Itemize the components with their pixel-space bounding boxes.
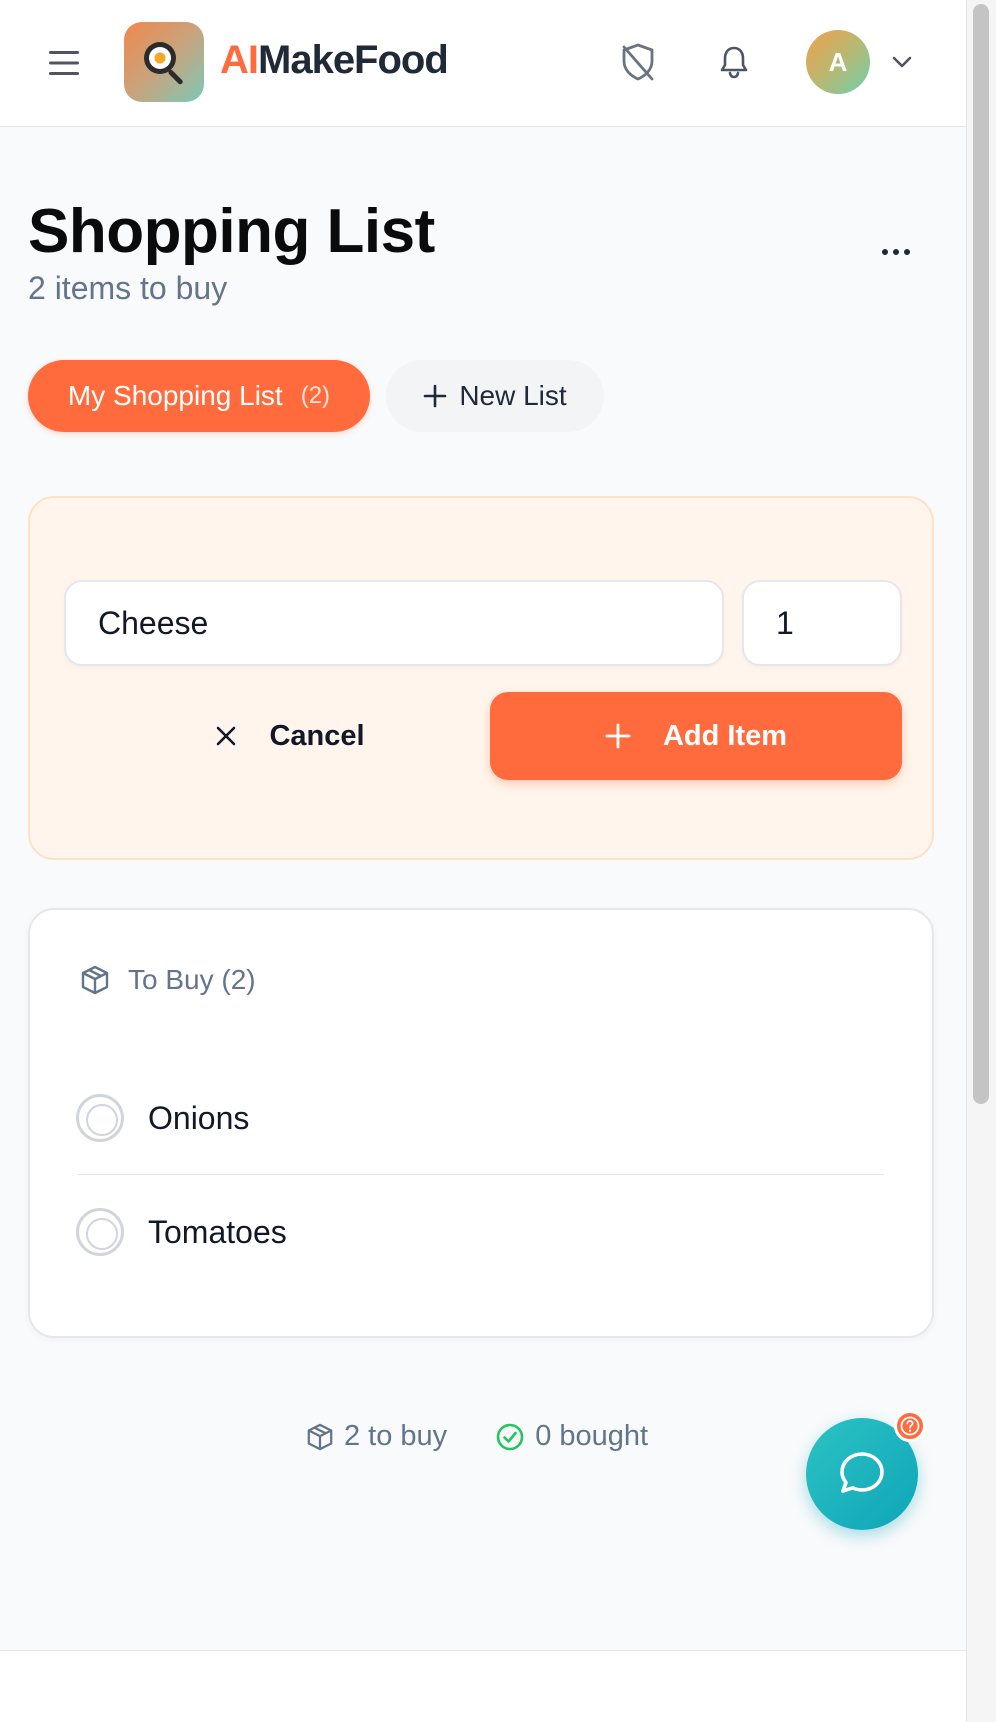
help-icon bbox=[900, 1416, 920, 1436]
tab-label: My Shopping List bbox=[67, 380, 283, 411]
checkbox-circle[interactable] bbox=[76, 1208, 124, 1256]
new-list-label: New List bbox=[459, 380, 567, 411]
page-subtitle: 2 items to buy bbox=[28, 270, 228, 306]
divider bbox=[78, 1174, 884, 1175]
bought-text: 0 bought bbox=[535, 1420, 649, 1452]
section-title: To Buy (2) bbox=[128, 964, 256, 995]
account-menu-toggle[interactable] bbox=[886, 46, 918, 78]
menu-icon bbox=[49, 51, 79, 75]
app-root: AIMakeFood A Shopping List 2 items to bu… bbox=[0, 0, 966, 1722]
item-name-input[interactable] bbox=[64, 580, 724, 666]
summary-stats: 2 to buy 0 bought bbox=[306, 1420, 648, 1453]
shield-off-icon bbox=[622, 43, 654, 81]
more-dot bbox=[904, 249, 910, 255]
section-header: To Buy (2) bbox=[80, 964, 256, 996]
user-avatar[interactable]: A bbox=[806, 30, 870, 94]
check-circle-icon bbox=[496, 1423, 524, 1450]
cancel-label: Cancel bbox=[269, 719, 365, 752]
list-item[interactable]: Onions bbox=[76, 1068, 886, 1168]
more-dot bbox=[893, 249, 899, 255]
item-label: Tomatoes bbox=[148, 1213, 287, 1250]
chevron-down-icon bbox=[892, 56, 912, 68]
plus-icon bbox=[424, 384, 447, 408]
add-item-button[interactable]: Add Item bbox=[490, 692, 902, 780]
brand-ai: AI bbox=[220, 38, 259, 82]
bought-stat: 0 bought bbox=[495, 1420, 648, 1453]
help-badge[interactable] bbox=[894, 1410, 926, 1442]
avatar-initial: A bbox=[828, 46, 848, 77]
tab-my-shopping-list[interactable]: My Shopping List (2) bbox=[28, 360, 370, 432]
frying-pan-icon bbox=[144, 42, 183, 85]
package-icon bbox=[81, 965, 109, 995]
plus-icon bbox=[605, 723, 631, 749]
app-logo[interactable] bbox=[124, 22, 204, 102]
item-label: Onions bbox=[148, 1099, 250, 1136]
menu-button[interactable] bbox=[44, 43, 84, 83]
bell-icon bbox=[720, 46, 748, 79]
brand-rest: MakeFood bbox=[258, 38, 449, 82]
to-buy-text: 2 to buy bbox=[344, 1420, 448, 1452]
quantity-input[interactable] bbox=[742, 580, 902, 666]
bottom-bar bbox=[0, 1650, 966, 1722]
privacy-button[interactable] bbox=[614, 38, 662, 86]
package-icon bbox=[307, 1423, 333, 1450]
cancel-button[interactable]: Cancel bbox=[180, 692, 400, 780]
list-item[interactable]: Tomatoes bbox=[76, 1182, 886, 1282]
page-title: Shopping List bbox=[28, 197, 435, 266]
add-item-form: Cancel Add Item bbox=[28, 496, 934, 860]
brand-name[interactable]: AIMakeFood bbox=[220, 38, 449, 83]
tab-count: (2) bbox=[300, 382, 331, 409]
to-buy-stat: 2 to buy bbox=[306, 1420, 447, 1453]
add-item-label: Add Item bbox=[662, 719, 788, 752]
top-header: AIMakeFood A bbox=[0, 0, 966, 127]
scrollbar-thumb[interactable] bbox=[973, 4, 989, 1104]
checkbox-circle[interactable] bbox=[76, 1094, 124, 1142]
more-dot bbox=[882, 249, 888, 255]
new-list-button[interactable]: New List bbox=[386, 360, 604, 432]
more-options-button[interactable] bbox=[868, 232, 924, 272]
notifications-button[interactable] bbox=[710, 38, 758, 86]
chat-bubble-icon bbox=[840, 1452, 884, 1493]
close-icon bbox=[217, 726, 236, 746]
